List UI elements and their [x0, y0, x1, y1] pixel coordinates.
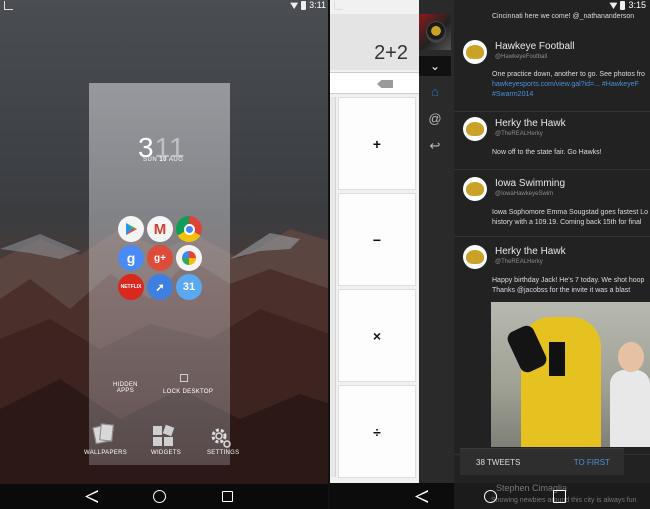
wifi-icon — [290, 2, 299, 9]
twitter-sidebar: ⌄ ⌂ @ ↩ — [419, 0, 454, 483]
lock-desktop-icon[interactable] — [180, 374, 188, 382]
navigation-bar — [0, 484, 330, 509]
tweet-author[interactable]: Iowa Swimming — [495, 178, 565, 189]
tweet-snippet[interactable]: Cincinnati here we come! @_nathananderso… — [454, 10, 650, 32]
tweet-author[interactable]: Herky the Hawk — [495, 118, 566, 129]
netflix-icon[interactable]: NETFLIX — [118, 274, 144, 300]
battery-icon — [301, 0, 307, 10]
settings-button[interactable]: SETTINGS — [207, 450, 239, 456]
chrome-icon[interactable] — [176, 216, 202, 242]
multiply-button[interactable]: × — [338, 289, 416, 382]
home-timeline-icon[interactable]: ⌂ — [419, 80, 451, 102]
status-time-right: 3:15 — [628, 0, 646, 10]
tweet-item[interactable]: Herky the Hawk @TheREALHerky Now off to … — [454, 117, 650, 170]
tweet-author[interactable]: Herky the Hawk — [495, 246, 566, 257]
status-bar: 3:11 — [0, 0, 330, 12]
account-avatar[interactable] — [419, 14, 451, 50]
tweet-handle: @TheREALHerky — [495, 259, 543, 265]
mentions-icon[interactable]: @ — [419, 107, 451, 129]
avatar[interactable] — [463, 177, 487, 201]
clock-month: AUG — [168, 157, 184, 163]
backspace-icon[interactable] — [377, 80, 393, 88]
chevron-down-icon[interactable]: ⌄ — [419, 56, 451, 76]
tweet-handle: @IowaHawkeyeSwim — [495, 191, 554, 197]
tweet-photo[interactable] — [491, 302, 650, 447]
reply-icon[interactable]: ↩ — [419, 135, 451, 157]
minus-button[interactable]: − — [338, 193, 416, 286]
tweet-handle: @TheREALHerky — [495, 131, 543, 137]
tweet-text: Iowa Sophomore Emma Sougstad goes fastes… — [492, 209, 649, 226]
home-icon-right[interactable] — [484, 490, 497, 503]
tweet-count: 38 TWEETS — [476, 458, 521, 467]
tweet-author[interactable]: Hawkeye Football — [495, 41, 574, 52]
clock-day: 10 — [159, 157, 168, 163]
google-search-icon[interactable]: g — [118, 245, 144, 271]
wallpapers-button[interactable]: WALLPAPERS — [84, 450, 127, 456]
calculator-app: 2+2 + − × ÷ — [330, 0, 419, 509]
clock-weekday: SUN — [143, 157, 158, 163]
tweet-text: Now off to the state fair. Go Hawks! — [492, 149, 602, 156]
status-bar-right: 3:15 — [330, 0, 650, 12]
wifi-icon-right — [609, 2, 618, 9]
tweet-item[interactable]: Hawkeye Football @HawkeyeFootball One pr… — [454, 40, 650, 112]
avatar[interactable] — [463, 245, 487, 269]
calendar-icon[interactable]: 31 — [176, 274, 202, 300]
tweet-handle: @HawkeyeFootball — [495, 54, 548, 60]
tweet-feed: Cincinnati here we come! @_nathananderso… — [454, 0, 650, 483]
settings-gear-icon[interactable] — [210, 427, 232, 449]
avatar[interactable] — [463, 40, 487, 64]
wallpapers-icon[interactable] — [92, 423, 116, 446]
recent-apps-icon-right[interactable] — [553, 490, 566, 503]
play-store-icon[interactable] — [118, 216, 144, 242]
calculator-expression: 2+2 — [374, 42, 408, 64]
calculator-input-row — [330, 72, 419, 94]
clock-date: SUN 10 AUG — [143, 157, 183, 163]
calculator-display: 2+2 — [330, 14, 419, 70]
widgets-button[interactable]: WIDGETS — [151, 450, 181, 456]
home-icon[interactable] — [153, 490, 166, 503]
lock-desktop-button[interactable]: LOCK DESKTOP — [163, 389, 213, 395]
navigation-bar-right: Stephen Cimaglia Showing newbies around … — [330, 483, 650, 509]
gmail-icon[interactable]: M — [147, 216, 173, 242]
launcher-logo-icon — [4, 1, 13, 10]
back-icon-right[interactable] — [415, 490, 428, 503]
hidden-apps-label-2: APPS — [116, 388, 135, 394]
recent-apps-icon[interactable] — [222, 491, 233, 502]
app-folder-grid: M g g+ NETFLIX ➚ 31 — [118, 216, 204, 300]
widgets-icon[interactable] — [153, 424, 175, 448]
calculator-number-pad-edge — [330, 97, 336, 477]
maps-icon[interactable]: ➚ — [147, 274, 173, 300]
battery-icon-right — [620, 0, 626, 10]
tweet-text: Happy birthday Jack! He's 7 today. We sh… — [492, 277, 645, 294]
google-plus-icon[interactable]: g+ — [147, 245, 173, 271]
status-time: 3:11 — [309, 0, 326, 10]
hidden-apps-button[interactable]: HIDDEN APPS — [113, 382, 138, 394]
avatar[interactable] — [463, 117, 487, 141]
plus-button[interactable]: + — [338, 97, 416, 190]
tweet-text: One practice down, another to go. See ph… — [492, 71, 645, 98]
divide-button[interactable]: ÷ — [338, 385, 416, 478]
to-first-button[interactable]: TO FIRST — [574, 458, 610, 467]
launcher-logo-icon-right — [334, 1, 343, 10]
tweet-item[interactable]: Iowa Swimming @IowaHawkeyeSwim Iowa Soph… — [454, 177, 650, 237]
tweet-count-bar: 38 TWEETS TO FIRST — [460, 448, 624, 475]
back-icon[interactable] — [85, 490, 98, 503]
photos-icon[interactable] — [176, 245, 202, 271]
tweet-snippet-text: Cincinnati here we come! @_nathananderso… — [492, 13, 635, 20]
left-phone-screen: 3:11 311 SUN 10 AUG M g g+ NETFLIX ➚ 31 … — [0, 0, 330, 509]
right-phone-screen: 3:15 2+2 + − × ÷ ⌄ ⌂ @ ↩ Cincinnati here… — [330, 0, 650, 509]
